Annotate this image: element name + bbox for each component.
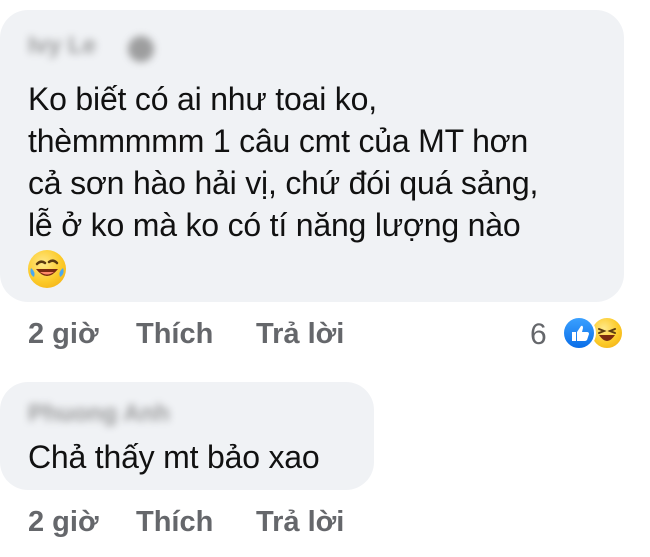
author-badge-icon bbox=[128, 36, 154, 62]
reply-button[interactable]: Trả lời bbox=[256, 506, 344, 539]
comment-line: lễ ở ko mà ko có tí năng lượng nào bbox=[28, 207, 521, 243]
like-button[interactable]: Thích bbox=[136, 506, 213, 539]
comment-text-2: Chả thấy mt bảo xao bbox=[28, 436, 320, 478]
comment-author-1[interactable]: Ivy Le bbox=[28, 32, 96, 60]
like-icon bbox=[562, 316, 596, 350]
reply-button[interactable]: Trả lời bbox=[256, 318, 344, 351]
comment-bubble-2: Phuong Anh Chả thấy mt bảo xao bbox=[0, 382, 374, 490]
comment-line: cả sơn hào hải vị, chứ đói quá sảng, bbox=[28, 165, 539, 201]
comment-timestamp[interactable]: 2 giờ bbox=[28, 506, 99, 539]
rofl-emoji-icon bbox=[28, 250, 66, 288]
reaction-count: 6 bbox=[530, 318, 547, 351]
comment-timestamp[interactable]: 2 giờ bbox=[28, 318, 99, 351]
reaction-summary[interactable]: 6 bbox=[528, 314, 638, 354]
comment-text-1: Ko biết có ai như toai ko, thèmmmmm 1 câ… bbox=[28, 78, 538, 246]
comment-line: thèmmmmm 1 câu cmt của MT hơn bbox=[28, 123, 529, 159]
comment-actions-2: 2 giờ Thích Trả lời bbox=[0, 506, 650, 546]
comment-bubble-1: Ivy Le Ko biết có ai như toai ko, thèmmm… bbox=[0, 10, 624, 302]
comment-line: Ko biết có ai như toai ko, bbox=[28, 81, 377, 117]
comment-line: Chả thấy mt bảo xao bbox=[28, 439, 320, 475]
like-button[interactable]: Thích bbox=[136, 318, 213, 351]
comment-author-2[interactable]: Phuong Anh bbox=[28, 400, 170, 428]
